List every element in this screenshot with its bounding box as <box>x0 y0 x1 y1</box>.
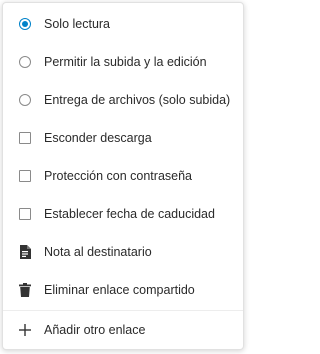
delete-share-link-button[interactable]: Eliminar enlace compartido <box>3 271 243 309</box>
checkbox-password-protect-label: Protección con contraseña <box>44 169 193 183</box>
radio-unchecked-icon <box>17 92 33 108</box>
delete-share-link-label: Eliminar enlace compartido <box>44 283 195 297</box>
radio-checked-icon <box>17 16 33 32</box>
checkbox-unchecked-icon <box>17 130 33 146</box>
radio-read-only[interactable]: Solo lectura <box>3 5 243 43</box>
radio-allow-upload-edit[interactable]: Permitir la subida y la edición <box>3 43 243 81</box>
add-another-link-button[interactable]: Añadir otro enlace <box>3 311 243 349</box>
checkbox-expiration-date-label: Establecer fecha de caducidad <box>44 207 215 221</box>
trash-icon <box>17 282 33 298</box>
checkbox-hide-download[interactable]: Esconder descarga <box>3 119 243 157</box>
checkbox-unchecked-icon <box>17 168 33 184</box>
radio-file-drop[interactable]: Entrega de archivos (solo subida) <box>3 81 243 119</box>
note-to-recipient-button[interactable]: Nota al destinatario <box>3 233 243 271</box>
radio-read-only-label: Solo lectura <box>44 17 111 31</box>
radio-unchecked-icon <box>17 54 33 70</box>
checkbox-hide-download-label: Esconder descarga <box>44 131 152 145</box>
checkbox-expiration-date[interactable]: Establecer fecha de caducidad <box>3 195 243 233</box>
radio-allow-upload-edit-label: Permitir la subida y la edición <box>44 55 207 69</box>
checkbox-unchecked-icon <box>17 206 33 222</box>
add-another-link-label: Añadir otro enlace <box>44 323 146 337</box>
share-link-menu: Solo lectura Permitir la subida y la edi… <box>2 2 244 350</box>
checkbox-password-protect[interactable]: Protección con contraseña <box>3 157 243 195</box>
radio-file-drop-label: Entrega de archivos (solo subida) <box>44 93 231 107</box>
document-icon <box>17 244 33 260</box>
plus-icon <box>17 322 33 338</box>
note-to-recipient-label: Nota al destinatario <box>44 245 152 259</box>
